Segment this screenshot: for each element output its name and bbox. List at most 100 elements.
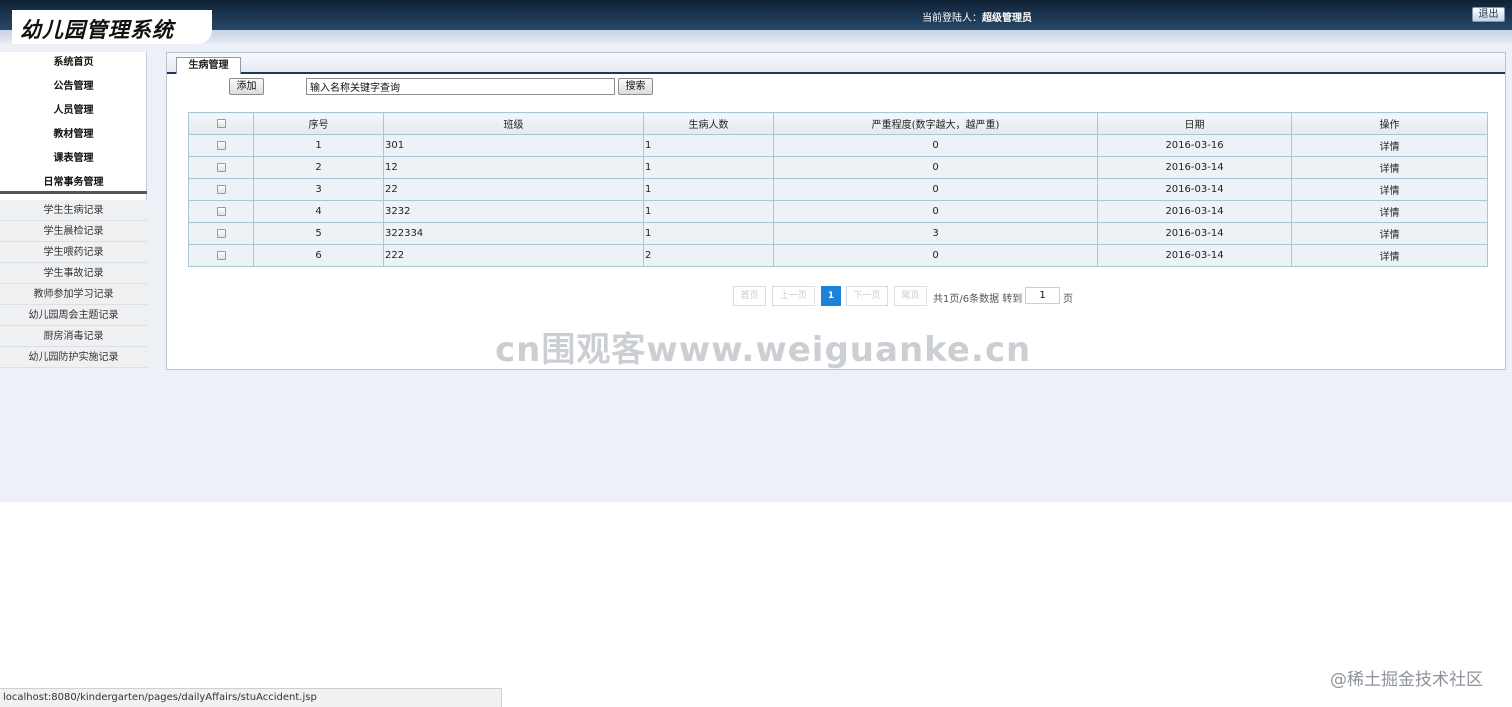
- login-info: 当前登陆人：超级管理员: [922, 9, 1032, 24]
- row-checkbox[interactable]: [216, 184, 226, 194]
- table-row: 3 22 1 0 2016-03-14 详情: [188, 178, 1488, 201]
- column-header-action: 操作: [1291, 112, 1488, 135]
- select-all-checkbox[interactable]: [216, 118, 226, 128]
- search-input[interactable]: [306, 78, 615, 95]
- table-header-row: 序号 班级 生病人数 严重程度(数字越大，越严重) 日期 操作: [188, 112, 1488, 135]
- cell-date: 2016-03-14: [1097, 244, 1292, 267]
- submenu-item-kitchen-disinfection[interactable]: 厨房消毒记录: [0, 326, 147, 347]
- cell-date: 2016-03-14: [1097, 200, 1292, 223]
- submenu-item-sickness[interactable]: 学生生病记录: [0, 200, 147, 221]
- goto-page-input[interactable]: 1: [1025, 287, 1060, 304]
- logo: 幼儿园管理系统: [12, 10, 212, 44]
- cell-date: 2016-03-14: [1097, 156, 1292, 179]
- cell-severity: 0: [773, 134, 1098, 157]
- row-checkbox[interactable]: [216, 250, 226, 260]
- row-checkbox[interactable]: [216, 140, 226, 150]
- next-page-button[interactable]: 下一页: [846, 286, 888, 306]
- column-header-date: 日期: [1097, 112, 1292, 135]
- cell-no: 2: [253, 156, 384, 179]
- row-checkbox-cell[interactable]: [188, 244, 254, 267]
- sidebar-item-notices[interactable]: 公告管理: [0, 76, 147, 98]
- cell-count: 1: [643, 200, 774, 223]
- row-checkbox-cell[interactable]: [188, 134, 254, 157]
- sidebar-item-schedule[interactable]: 课表管理: [0, 148, 147, 170]
- header-strip: [0, 30, 1512, 44]
- row-checkbox[interactable]: [216, 228, 226, 238]
- cell-severity: 0: [773, 178, 1098, 201]
- cell-class: 322334: [383, 222, 644, 245]
- cell-severity: 0: [773, 200, 1098, 223]
- pager-suffix: 页: [1063, 294, 1073, 305]
- submenu-item-teacher-study[interactable]: 教师参加学习记录: [0, 284, 147, 305]
- cell-count: 1: [643, 156, 774, 179]
- cell-date: 2016-03-14: [1097, 178, 1292, 201]
- cell-no: 3: [253, 178, 384, 201]
- first-page-button[interactable]: 首页: [733, 286, 766, 306]
- details-link[interactable]: 详情: [1291, 134, 1488, 157]
- details-link[interactable]: 详情: [1291, 244, 1488, 267]
- submenu-item-medication[interactable]: 学生喂药记录: [0, 242, 147, 263]
- row-checkbox[interactable]: [216, 162, 226, 172]
- cell-class: 3232: [383, 200, 644, 223]
- row-checkbox-cell[interactable]: [188, 156, 254, 179]
- cell-class: 22: [383, 178, 644, 201]
- submenu-daily-affairs: 学生生病记录 学生晨检记录 学生喂药记录 学生事故记录 教师参加学习记录 幼儿园…: [0, 200, 147, 368]
- sickness-table: 序号 班级 生病人数 严重程度(数字越大，越严重) 日期 操作 1 301 1 …: [188, 112, 1488, 267]
- column-header-class: 班级: [383, 112, 644, 135]
- login-user: 超级管理员: [982, 13, 1032, 24]
- cell-count: 1: [643, 222, 774, 245]
- column-header-severity: 严重程度(数字越大，越严重): [773, 112, 1098, 135]
- details-link[interactable]: 详情: [1291, 222, 1488, 245]
- row-checkbox-cell[interactable]: [188, 222, 254, 245]
- browser-status-bar: localhost:8080/kindergarten/pages/dailyA…: [0, 688, 502, 707]
- select-all-checkbox-cell[interactable]: [188, 112, 254, 135]
- current-page-button[interactable]: 1: [821, 286, 841, 306]
- cell-no: 1: [253, 134, 384, 157]
- details-link[interactable]: 详情: [1291, 178, 1488, 201]
- cell-count: 2: [643, 244, 774, 267]
- cell-class: 12: [383, 156, 644, 179]
- cell-severity: 0: [773, 244, 1098, 267]
- submenu-item-weekly-meeting[interactable]: 幼儿园周会主题记录: [0, 305, 147, 326]
- submenu-item-morning-check[interactable]: 学生晨检记录: [0, 221, 147, 242]
- cell-class: 222: [383, 244, 644, 267]
- table-row: 2 12 1 0 2016-03-14 详情: [188, 156, 1488, 179]
- table-row: 5 322334 1 3 2016-03-14 详情: [188, 222, 1488, 245]
- cell-count: 1: [643, 134, 774, 157]
- add-button[interactable]: 添加: [229, 78, 264, 95]
- cell-no: 5: [253, 222, 384, 245]
- row-checkbox-cell[interactable]: [188, 178, 254, 201]
- sidebar: 系统首页 公告管理 人员管理 教材管理 课表管理 日常事务管理 学生生病记录 学…: [0, 52, 147, 368]
- cell-no: 4: [253, 200, 384, 223]
- row-checkbox-cell[interactable]: [188, 200, 254, 223]
- column-header-count: 生病人数: [643, 112, 774, 135]
- search-button[interactable]: 搜索: [618, 78, 653, 95]
- sidebar-item-textbooks[interactable]: 教材管理: [0, 124, 147, 146]
- app-root: 当前登陆人：超级管理员 退出 幼儿园管理系统 系统首页 公告管理 人员管理 教材…: [0, 0, 1512, 502]
- sidebar-item-staff[interactable]: 人员管理: [0, 100, 147, 122]
- column-header-no: 序号: [253, 112, 384, 135]
- site-watermark: @稀土掘金技术社区: [1330, 670, 1483, 690]
- table-row: 1 301 1 0 2016-03-16 详情: [188, 134, 1488, 157]
- watermark: cn围观客www.weiguanke.cn: [495, 330, 1032, 370]
- logo-text: 幼儿园管理系统: [20, 17, 174, 42]
- cell-severity: 0: [773, 156, 1098, 179]
- tab-sickness-management[interactable]: 生病管理: [176, 57, 241, 74]
- cell-count: 1: [643, 178, 774, 201]
- details-link[interactable]: 详情: [1291, 200, 1488, 223]
- pager-summary: 共1页/6条数据 转到: [933, 294, 1023, 305]
- cell-severity: 3: [773, 222, 1098, 245]
- cell-class: 301: [383, 134, 644, 157]
- last-page-button[interactable]: 尾页: [894, 286, 927, 306]
- logout-button[interactable]: 退出: [1472, 7, 1505, 22]
- submenu-item-protection[interactable]: 幼儿园防护实施记录: [0, 347, 147, 368]
- sidebar-item-home[interactable]: 系统首页: [0, 52, 147, 74]
- sidebar-item-daily-affairs[interactable]: 日常事务管理: [0, 172, 147, 194]
- row-checkbox[interactable]: [216, 206, 226, 216]
- tab-bar: 生病管理: [167, 53, 1505, 74]
- cell-date: 2016-03-16: [1097, 134, 1292, 157]
- prev-page-button[interactable]: 上一页: [772, 286, 815, 306]
- table-row: 4 3232 1 0 2016-03-14 详情: [188, 200, 1488, 223]
- submenu-item-accident[interactable]: 学生事故记录: [0, 263, 147, 284]
- details-link[interactable]: 详情: [1291, 156, 1488, 179]
